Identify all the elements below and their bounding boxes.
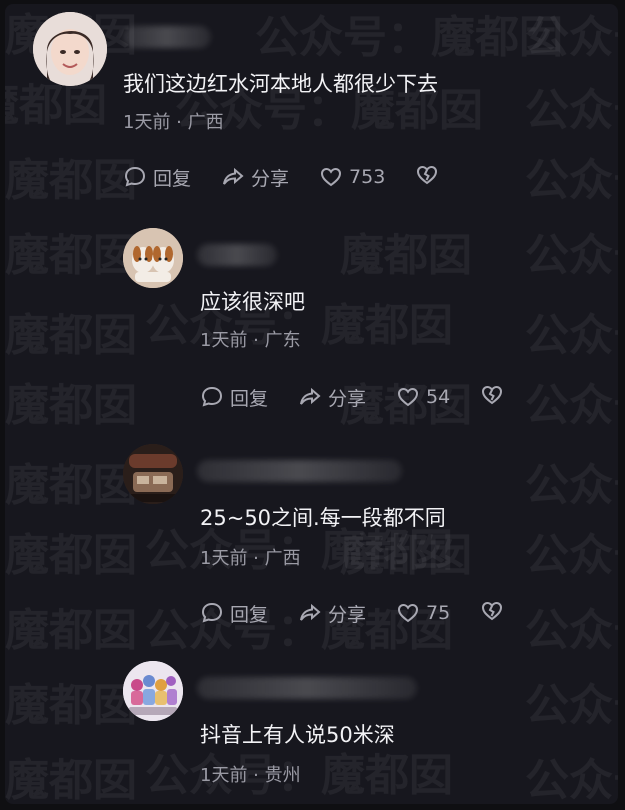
reply-button[interactable]: 回复: [200, 600, 268, 627]
reply-label: 回复: [230, 387, 269, 410]
comment-meta: 1天前 · 广西: [200, 548, 301, 569]
avatar[interactable]: [33, 12, 107, 86]
like-button[interactable]: 75: [396, 601, 450, 625]
avatar[interactable]: [123, 228, 183, 288]
broken-heart-icon: [417, 165, 438, 184]
username-blurred[interactable]: [197, 677, 417, 699]
reply-bubble-icon: [201, 386, 223, 407]
share-label: 分享: [328, 603, 367, 626]
share-arrow-icon: [223, 167, 244, 185]
share-button[interactable]: 分享: [221, 164, 289, 191]
comment-3: 25~50之间.每一段都不同 1天前 · 广西 回复 分享 75: [5, 434, 618, 649]
dolls-avatar-icon: [123, 661, 183, 721]
username-blurred[interactable]: [197, 460, 402, 482]
like-button[interactable]: 54: [396, 385, 450, 409]
broken-heart-icon: [482, 601, 503, 620]
comment-meta: 1天前 · 广东: [200, 330, 301, 351]
heart-icon: [321, 167, 342, 187]
dislike-button[interactable]: [415, 163, 439, 192]
share-label: 分享: [328, 387, 367, 410]
comment-text: 应该很深吧: [200, 290, 305, 314]
share-arrow-icon: [300, 387, 321, 405]
comment-text: 抖音上有人说50米深: [200, 723, 395, 747]
like-count: 54: [426, 386, 451, 408]
reply-button[interactable]: 回复: [200, 384, 268, 411]
avatar[interactable]: [123, 661, 183, 721]
broken-heart-icon: [482, 385, 503, 404]
reply-bubble-icon: [124, 166, 146, 187]
comment-2: 应该很深吧 1天前 · 广东 回复 分享 54: [5, 214, 618, 434]
comment-text: 我们这边红水河本地人都很少下去: [123, 72, 438, 96]
username-blurred[interactable]: [197, 244, 277, 266]
reply-label: 回复: [230, 603, 269, 626]
dislike-button[interactable]: [480, 599, 504, 628]
comment-meta: 1天前 · 贵州: [200, 765, 301, 786]
like-count: 753: [349, 166, 386, 188]
heart-icon: [398, 387, 419, 407]
share-button[interactable]: 分享: [298, 600, 366, 627]
car-interior-avatar-icon: [123, 444, 183, 504]
avatar[interactable]: [123, 444, 183, 504]
comment-meta: 1天前 · 广西: [123, 112, 224, 133]
avatar-photo-icon: [33, 12, 107, 86]
puppies-avatar-icon: [123, 228, 183, 288]
comment-1: 我们这边红水河本地人都很少下去 1天前 · 广西 回复 分享 753: [5, 4, 618, 214]
reply-label: 回复: [153, 167, 192, 190]
dislike-button[interactable]: [480, 383, 504, 412]
reply-bubble-icon: [201, 602, 223, 623]
comment-actions: 回复 分享 54: [200, 382, 504, 412]
username-blurred[interactable]: [123, 26, 211, 48]
comment-actions: 回复 分享 75: [200, 598, 504, 628]
comment-text: 25~50之间.每一段都不同: [200, 506, 446, 530]
share-button[interactable]: 分享: [298, 384, 366, 411]
comment-4: 抖音上有人说50米深 1天前 · 贵州: [5, 649, 618, 804]
like-count: 75: [426, 602, 451, 624]
comment-actions: 回复 分享 753: [123, 162, 439, 192]
reply-button[interactable]: 回复: [123, 164, 191, 191]
heart-icon: [398, 603, 419, 623]
like-button[interactable]: 753: [319, 165, 385, 189]
share-label: 分享: [251, 167, 290, 190]
share-arrow-icon: [300, 603, 321, 621]
comment-feed: 魔都囡 公众号：魔都囡 公众号：魔都囡 魔都囡 公众号：魔都囡 公众号：魔都囡 …: [5, 4, 618, 804]
